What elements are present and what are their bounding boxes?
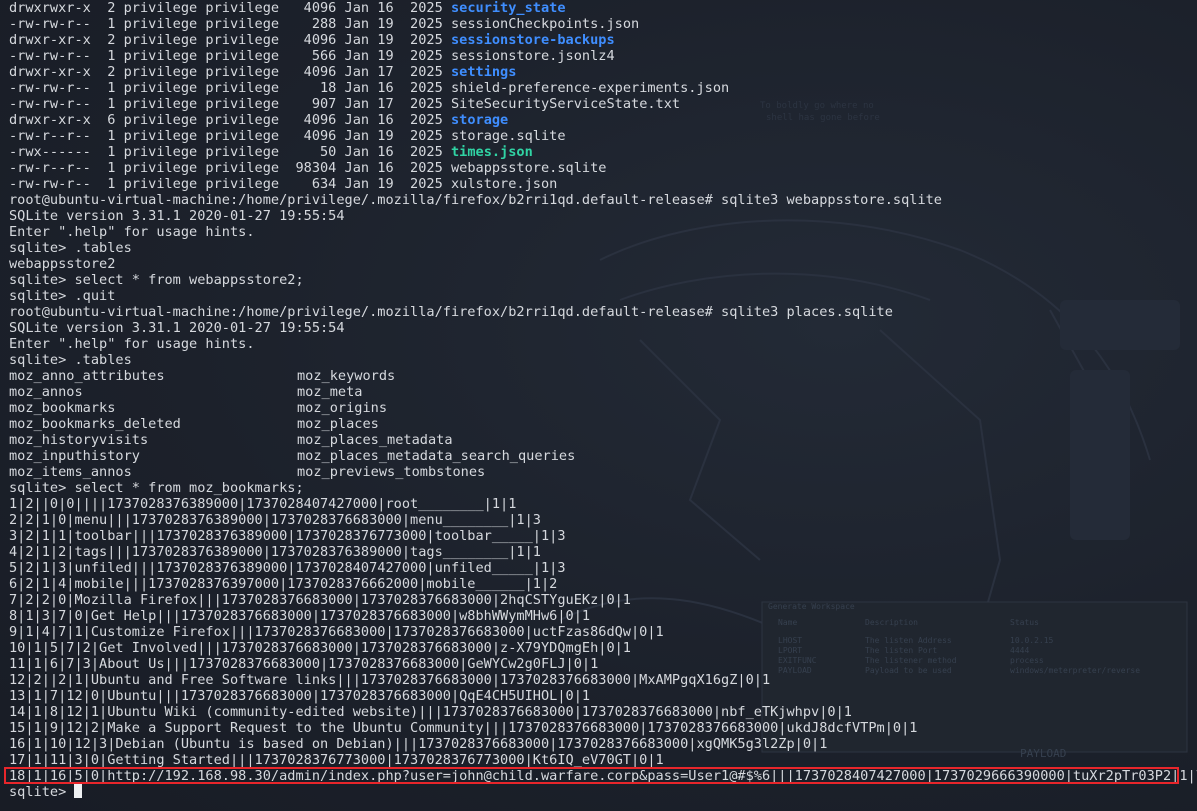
file-attributes: -rw-rw-r-- 1 privilege privilege 566 Jan… — [9, 48, 451, 64]
output-line: 6|2|1|4|mobile|||1737028376397000|173702… — [9, 576, 558, 592]
output-line: 10|1|5|7|2|Get Involved|||17370283766830… — [9, 640, 631, 656]
table-name: moz_previews_tombstones — [297, 464, 486, 480]
file-attributes: -rw-rw-r-- 1 privilege privilege 907 Jan… — [9, 96, 451, 112]
table-name: moz_inputhistory — [9, 448, 140, 464]
output-line: sqlite> select * from moz_bookmarks; — [9, 480, 304, 496]
sqlite-prompt: sqlite> — [9, 784, 75, 800]
file-name: storage.sqlite — [450, 128, 566, 144]
file-attributes: drwxr-xr-x 2 privilege privilege 4096 Ja… — [9, 32, 451, 48]
listing-line: -rw-rw-r-- 1 privilege privilege 634 Jan… — [9, 176, 1197, 192]
terminal-output: drwxrwxr-x 2 privilege privilege 4096 Ja… — [9, 0, 1197, 800]
table-name: moz_origins — [297, 400, 388, 416]
table-name: moz_keywords — [297, 368, 396, 384]
file-attributes: -rw-rw-r-- 1 privilege privilege 634 Jan… — [9, 176, 451, 192]
file-attributes: -rw-r--r-- 1 privilege privilege 98304 J… — [9, 160, 451, 176]
file-attributes: drwxr-xr-x 6 privilege privilege 4096 Ja… — [9, 112, 451, 128]
output-line: sqlite> .tables — [9, 352, 132, 368]
listing-line: -rw-r--r-- 1 privilege privilege 4096 Ja… — [9, 128, 1197, 144]
listing-line: drwxrwxr-x 2 privilege privilege 4096 Ja… — [9, 0, 1197, 16]
tables-row: moz_historyvisits moz_places_metadata — [9, 432, 1197, 448]
listing-line: -rwx------ 1 privilege privilege 50 Jan … — [9, 144, 1197, 160]
file-attributes: -rw-r--r-- 1 privilege privilege 4096 Ja… — [9, 128, 451, 144]
file-name: webappsstore.sqlite — [450, 160, 607, 176]
output-line: 11|1|6|7|3|About Us|||1737028376683000|1… — [9, 656, 599, 672]
output-line: sqlite> select * from webappsstore2; — [9, 272, 304, 288]
output-line: Enter ".help" for usage hints. — [9, 224, 255, 240]
tables-row: moz_bookmarks moz_origins — [9, 400, 1197, 416]
output-line: SQLite version 3.31.1 2020-01-27 19:55:5… — [9, 320, 345, 336]
output-line: root@ubuntu-virtual-machine:/home/privil… — [9, 304, 893, 320]
table-name: moz_places_metadata_search_queries — [297, 448, 576, 464]
output-line: root@ubuntu-virtual-machine:/home/privil… — [9, 192, 942, 208]
output-line: 3|2|1|1|toolbar|||1737028376389000|17370… — [9, 528, 566, 544]
output-line: sqlite> .tables — [9, 240, 132, 256]
file-attributes: drwxr-xr-x 2 privilege privilege 4096 Ja… — [9, 64, 451, 80]
table-name: moz_anno_attributes — [9, 368, 165, 384]
directory-name: storage — [450, 112, 509, 128]
output-line: 1|2||0|0||||1737028376389000|17370284074… — [9, 496, 517, 512]
sqlite-prompt-line[interactable]: sqlite> — [9, 784, 1197, 800]
listing-line: -rw-rw-r-- 1 privilege privilege 18 Jan … — [9, 80, 1197, 96]
table-name: moz_places — [297, 416, 379, 432]
executable-name: times.json — [450, 144, 533, 160]
tables-row: moz_items_annos moz_previews_tombstones — [9, 464, 1197, 480]
output-line: SQLite version 3.31.1 2020-01-27 19:55:5… — [9, 208, 345, 224]
text-cursor — [74, 784, 83, 798]
listing-line: drwxr-xr-x 6 privilege privilege 4096 Ja… — [9, 112, 1197, 128]
file-name: SiteSecurityServiceState.txt — [450, 96, 681, 112]
output-line: 16|1|10|12|3|Debian (Ubuntu is based on … — [9, 736, 828, 752]
file-attributes: -rw-rw-r-- 1 privilege privilege 18 Jan … — [9, 80, 451, 96]
directory-name: security_state — [450, 0, 566, 16]
listing-line: -rw-rw-r-- 1 privilege privilege 288 Jan… — [9, 16, 1197, 32]
table-name: moz_places_metadata — [297, 432, 453, 448]
output-line: 15|1|9|12|2|Make a Support Request to th… — [9, 720, 918, 736]
table-name: moz_meta — [297, 384, 363, 400]
table-name: moz_items_annos — [9, 464, 132, 480]
output-line: 4|2|1|2|tags|||1737028376389000|17370283… — [9, 544, 541, 560]
file-name: xulstore.json — [450, 176, 558, 192]
highlight-box — [4, 767, 1179, 784]
listing-line: -rw-r--r-- 1 privilege privilege 98304 J… — [9, 160, 1197, 176]
tables-row: moz_inputhistory moz_places_metadata_sear… — [9, 448, 1197, 464]
file-name: sessionstore.jsonlz4 — [450, 48, 615, 64]
output-line: 2|2|1|0|menu|||1737028376389000|17370283… — [9, 512, 541, 528]
terminal-window[interactable]: To boldly go where no shell has gone bef… — [0, 0, 1197, 811]
file-name: sessionCheckpoints.json — [450, 16, 640, 32]
tables-row: moz_annos moz_meta — [9, 384, 1197, 400]
output-line: 5|2|1|3|unfiled|||1737028376389000|17370… — [9, 560, 566, 576]
tables-row: moz_anno_attributes moz_keywords — [9, 368, 1197, 384]
output-line: 13|1|7|12|0|Ubuntu|||1737028376683000|17… — [9, 688, 591, 704]
output-line: Enter ".help" for usage hints. — [9, 336, 255, 352]
listing-line: drwxr-xr-x 2 privilege privilege 4096 Ja… — [9, 64, 1197, 80]
table-name: moz_bookmarks_deleted — [9, 416, 181, 432]
table-name: moz_annos — [9, 384, 83, 400]
output-line: 17|1|11|3|0|Getting Started|||1737028376… — [9, 752, 664, 768]
output-line: 7|2|2|0|Mozilla Firefox|||17370283766830… — [9, 592, 631, 608]
file-name: shield-preference-experiments.json — [450, 80, 730, 96]
output-line: 12|2||2|1|Ubuntu and Free Software links… — [9, 672, 771, 688]
file-attributes: -rw-rw-r-- 1 privilege privilege 288 Jan… — [9, 16, 451, 32]
output-line: 8|1|3|7|0|Get Help|||1737028376683000|17… — [9, 608, 591, 624]
listing-line: -rw-rw-r-- 1 privilege privilege 907 Jan… — [9, 96, 1197, 112]
output-line: webappsstore2 — [9, 256, 116, 272]
output-line: 14|1|8|12|1|Ubuntu Wiki (community-edite… — [9, 704, 852, 720]
output-line: sqlite> .quit — [9, 288, 116, 304]
listing-line: drwxr-xr-x 2 privilege privilege 4096 Ja… — [9, 32, 1197, 48]
tables-row: moz_bookmarks_deleted moz_places — [9, 416, 1197, 432]
output-line: 9|1|4|7|1|Customize Firefox|||1737028376… — [9, 624, 664, 640]
table-name: moz_historyvisits — [9, 432, 149, 448]
table-name: moz_bookmarks — [9, 400, 116, 416]
listing-line: -rw-rw-r-- 1 privilege privilege 566 Jan… — [9, 48, 1197, 64]
file-attributes: -rwx------ 1 privilege privilege 50 Jan … — [9, 144, 451, 160]
file-attributes: drwxrwxr-x 2 privilege privilege 4096 Ja… — [9, 0, 451, 16]
directory-name: settings — [450, 64, 517, 80]
directory-name: sessionstore-backups — [450, 32, 615, 48]
